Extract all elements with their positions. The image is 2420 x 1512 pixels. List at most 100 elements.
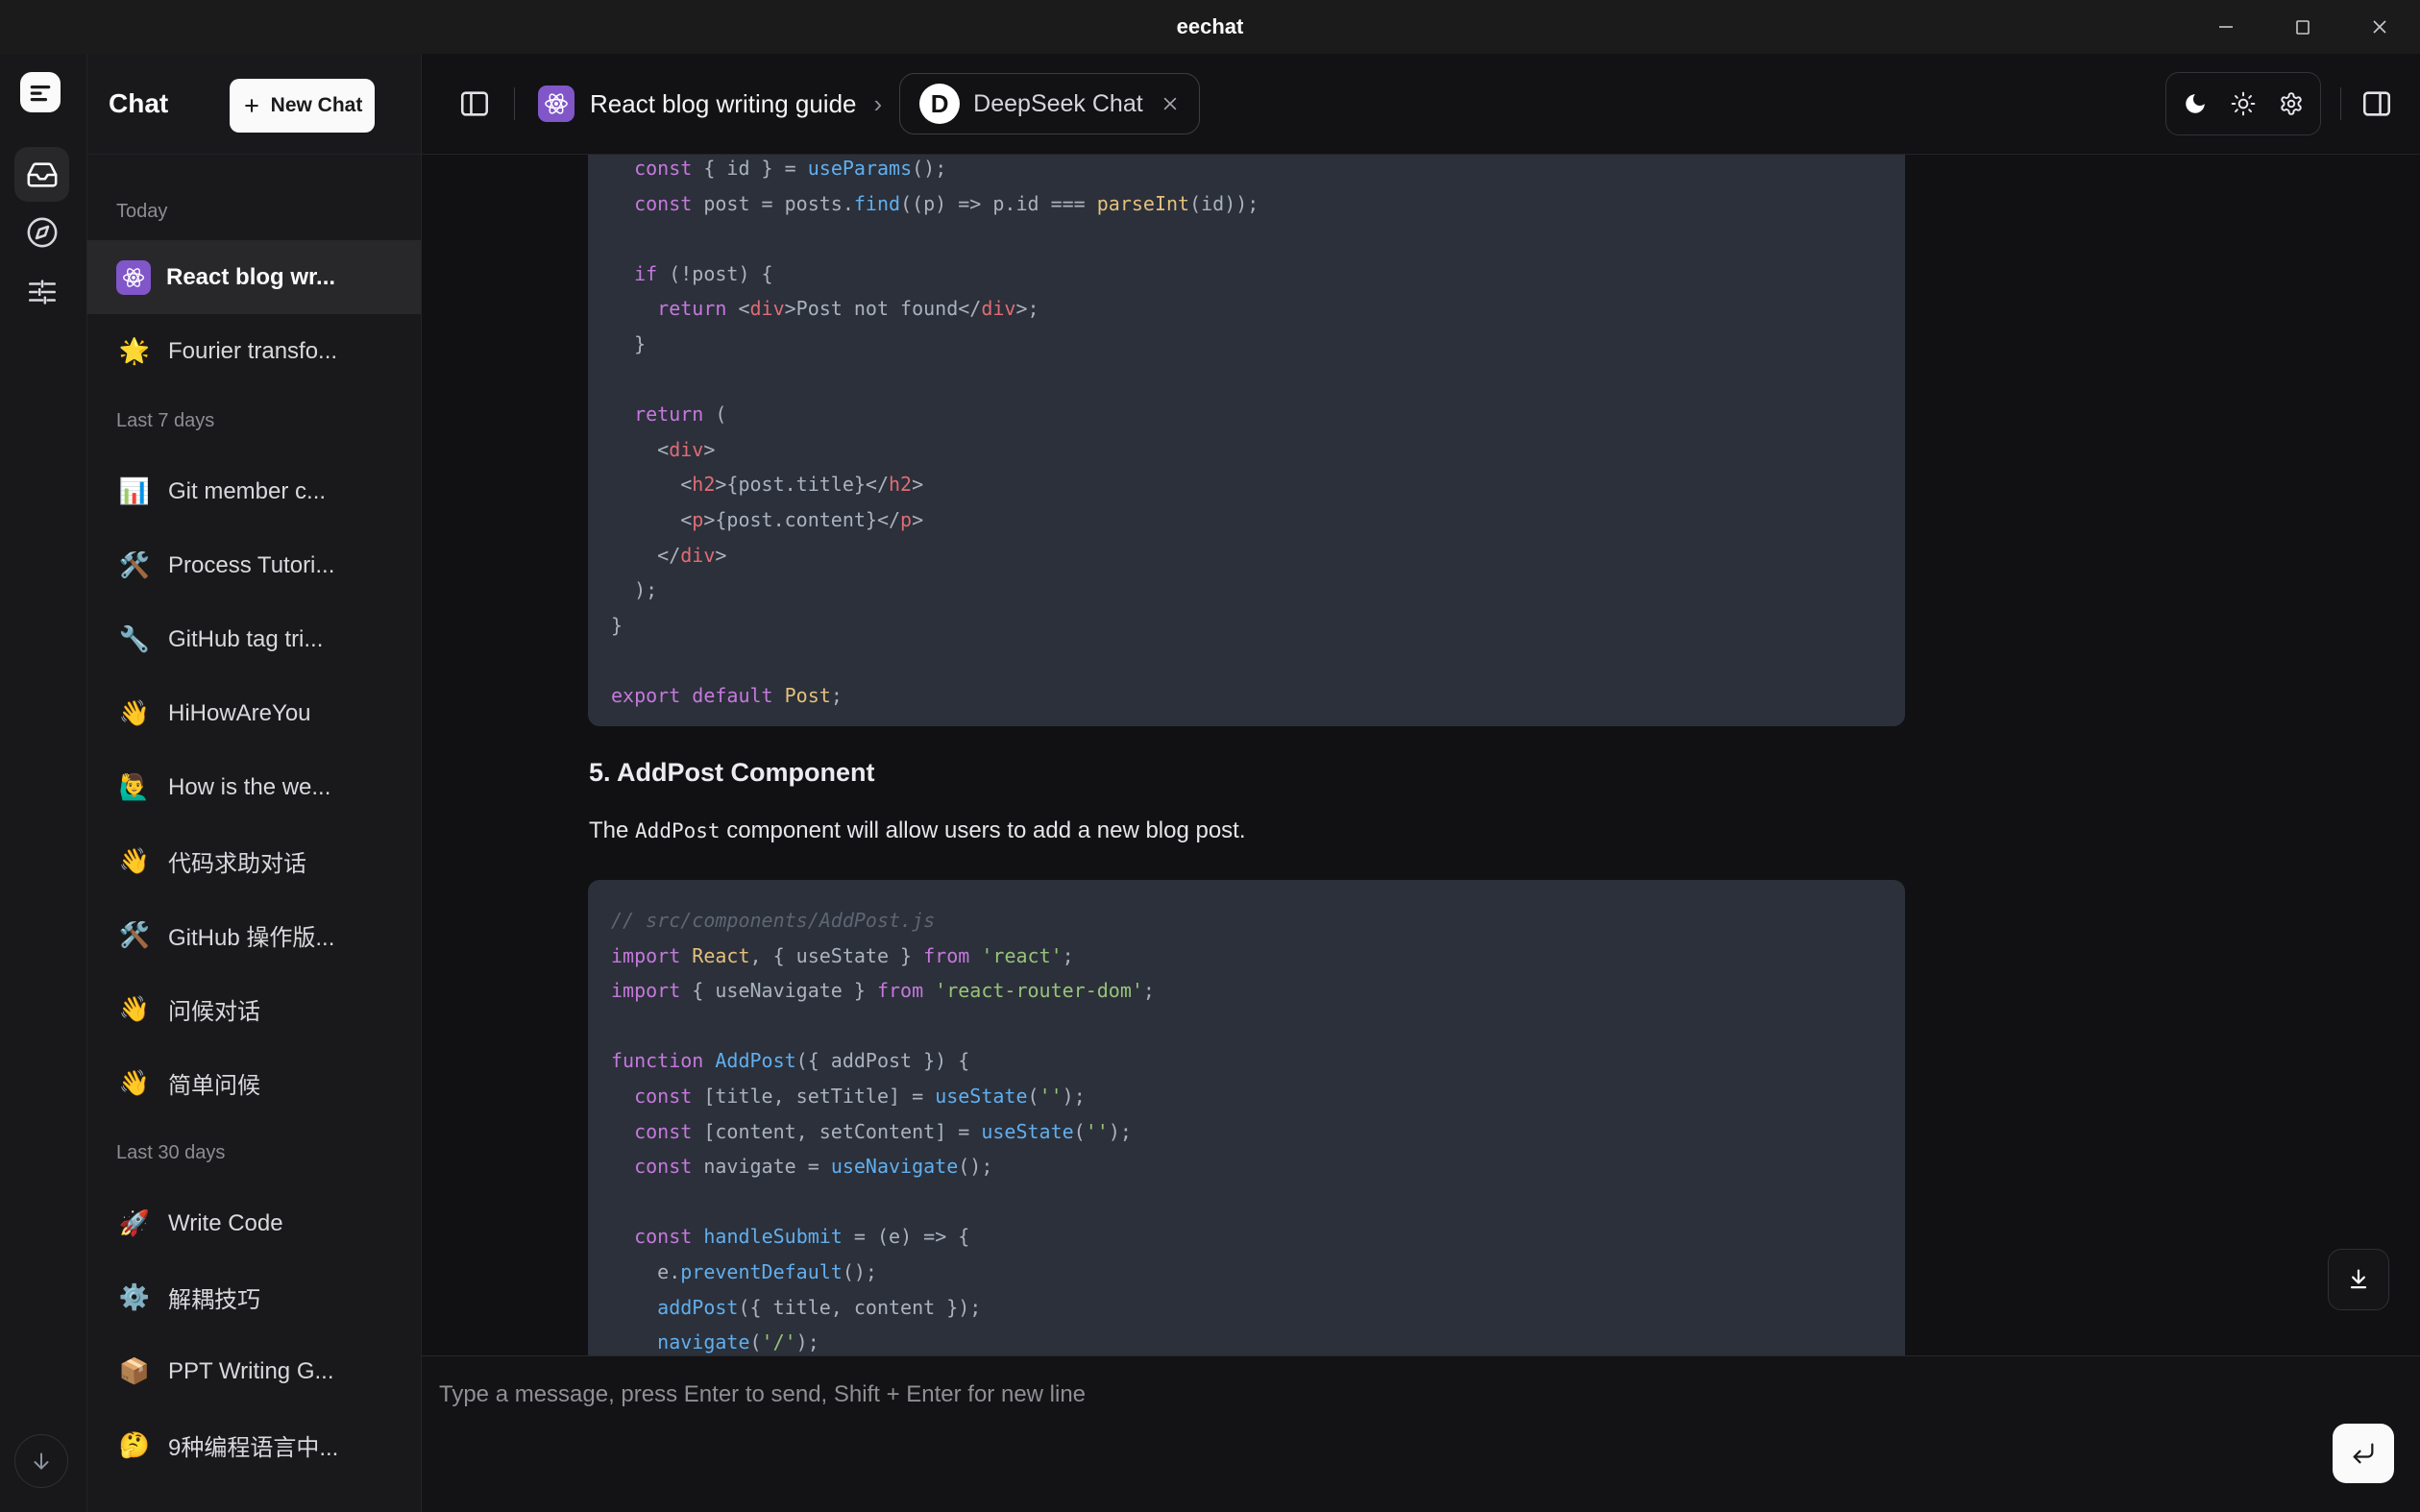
- theme-switcher: [2165, 72, 2321, 135]
- emoji-icon: 👋: [116, 698, 153, 728]
- chat-list-item[interactable]: 🛠️Process Tutori...: [87, 528, 421, 602]
- react-atom-icon: [116, 260, 151, 295]
- chat-list-item[interactable]: 🙋‍♂️ How is the we...: [87, 750, 421, 824]
- chat-list-item[interactable]: 🌟Fourier transfo...: [87, 314, 421, 388]
- chat-item-label: Write Code: [168, 1210, 283, 1237]
- sidebar: Chat New Chat Today React blog wr... 🌟Four…: [87, 54, 422, 1512]
- sidebar-header: Chat New Chat: [87, 54, 421, 155]
- code-block-post-component: const { id } = useParams(); const post =…: [588, 155, 1905, 726]
- code-line: const handleSubmit = (e) => {: [611, 1219, 1882, 1255]
- chat-item-label: How is the we...: [168, 774, 330, 801]
- code-line: export default Post;: [611, 678, 1882, 714]
- chat-list-item[interactable]: 🤔9种编程语言中...: [87, 1408, 421, 1482]
- sun-icon[interactable]: [2222, 83, 2264, 125]
- panel-right-toggle-icon[interactable]: [2360, 87, 2393, 120]
- code-line: e.preventDefault();: [611, 1255, 1882, 1290]
- code-line: const [title, setTitle] = useState('');: [611, 1079, 1882, 1114]
- code-line: const navigate = useNavigate();: [611, 1149, 1882, 1184]
- section-paragraph: The AddPost component will allow users t…: [589, 817, 1246, 844]
- header-divider: [514, 87, 515, 120]
- emoji-icon: 📊: [116, 476, 153, 506]
- code-line: const post = posts.find((p) => p.id === …: [611, 186, 1882, 222]
- chat-item-label: HiHowAreYou: [168, 700, 311, 727]
- maximize-icon[interactable]: [2288, 12, 2317, 41]
- inbox-icon[interactable]: [14, 147, 69, 202]
- header-right-divider: [2340, 87, 2341, 120]
- chat-list-item[interactable]: 🛠️ GitHub 操作版...: [87, 898, 421, 972]
- settings-sliders-icon[interactable]: [14, 264, 69, 319]
- app-logo-icon[interactable]: [20, 72, 61, 112]
- chat-history-list: Today React blog wr... 🌟Fourier transfo...…: [87, 154, 421, 1512]
- message-composer[interactable]: Type a message, press Enter to send, Shi…: [422, 1355, 2420, 1512]
- code-line: [611, 221, 1882, 256]
- emoji-icon: ⚙️: [116, 1282, 153, 1312]
- model-tab[interactable]: D DeepSeek Chat: [899, 73, 1200, 134]
- section-label: Last 30 days: [87, 1120, 421, 1186]
- code-line: // src/components/AddPost.js: [611, 903, 1882, 939]
- chat-item-label: React blog wr...: [166, 264, 335, 291]
- app-body: Chat New Chat Today React blog wr... 🌟Four…: [0, 54, 2420, 1512]
- paragraph-suffix: component will allow users to add a new …: [721, 817, 1246, 843]
- plus-icon: [242, 96, 261, 115]
- inline-code: AddPost: [635, 819, 721, 842]
- icon-rail: [0, 54, 87, 1512]
- code-line: addPost({ title, content });: [611, 1290, 1882, 1326]
- chat-item-label: GitHub 操作版...: [168, 918, 334, 952]
- new-chat-button[interactable]: New Chat: [230, 79, 375, 133]
- chat-list-item[interactable]: 🚀Write Code: [87, 1186, 421, 1260]
- titlebar: eechat: [0, 0, 2420, 54]
- code-block-addpost-component: // src/components/AddPost.jsimport React…: [588, 880, 1905, 1355]
- chat-list-item[interactable]: ⚙️ 解耦技巧: [87, 1260, 421, 1334]
- chat-item-label: 解耦技巧: [168, 1280, 260, 1314]
- section-heading: 5. AddPost Component: [589, 758, 875, 788]
- code-line: navigate('/');: [611, 1325, 1882, 1355]
- chat-list-item[interactable]: 📦PPT Writing G...: [87, 1334, 421, 1408]
- scroll-down-button[interactable]: [14, 1434, 68, 1488]
- code-line: }: [611, 608, 1882, 644]
- chat-list-item[interactable]: React blog wr...: [87, 240, 421, 314]
- send-button[interactable]: [2333, 1424, 2394, 1483]
- arrow-down-to-line-icon: [2345, 1266, 2372, 1293]
- code-line: <h2>{post.title}</h2>: [611, 467, 1882, 502]
- close-icon[interactable]: [2365, 12, 2394, 41]
- chat-list-item[interactable]: 📊 Git member c...: [87, 454, 421, 528]
- deepseek-logo: D: [919, 84, 960, 124]
- chat-message-area[interactable]: const { id } = useParams(); const post =…: [422, 155, 2420, 1355]
- compass-icon[interactable]: [14, 205, 69, 259]
- chat-item-label: 9种编程语言中...: [168, 1428, 338, 1462]
- code-line: [611, 362, 1882, 398]
- chat-list-item[interactable]: 👋问候对话: [87, 972, 421, 1046]
- gear-icon[interactable]: [2270, 83, 2312, 125]
- chat-list-item[interactable]: 👋 HiHowAreYou: [87, 676, 421, 750]
- tab-close-icon[interactable]: [1161, 94, 1180, 113]
- code-line: }: [611, 327, 1882, 362]
- code-line: [611, 1184, 1882, 1220]
- chat-list-item[interactable]: 🔧GitHub tag tri...: [87, 602, 421, 676]
- emoji-icon: 🌟: [116, 336, 153, 366]
- code-line: <p>{post.content}</p>: [611, 502, 1882, 538]
- scroll-to-bottom-button[interactable]: [2328, 1249, 2389, 1310]
- chat-item-label: PPT Writing G...: [168, 1358, 334, 1385]
- chat-item-label: 简单问候: [168, 1066, 260, 1100]
- code-line: const [content, setContent] = useState('…: [611, 1114, 1882, 1150]
- window-title: eechat: [1177, 14, 1244, 39]
- composer-placeholder: Type a message, press Enter to send, Shi…: [439, 1381, 1086, 1408]
- emoji-icon: 🙋‍♂️: [116, 772, 153, 802]
- model-tab-label: DeepSeek Chat: [973, 90, 1143, 118]
- panel-left-toggle-icon[interactable]: [458, 87, 491, 120]
- chat-item-label: Git member c...: [168, 478, 326, 505]
- main-header: React blog writing guide › D DeepSeek Ch…: [422, 54, 2420, 155]
- emoji-icon: 🛠️: [116, 920, 153, 950]
- emoji-icon: 🛠️: [116, 550, 153, 580]
- minimize-icon[interactable]: [2212, 12, 2240, 41]
- enter-return-icon: [2350, 1440, 2377, 1467]
- emoji-icon: 🔧: [116, 624, 153, 654]
- main-panel: React blog writing guide › D DeepSeek Ch…: [422, 54, 2420, 1512]
- chat-list-item[interactable]: 👋 简单问候: [87, 1046, 421, 1120]
- code-line: return <div>Post not found</div>;: [611, 291, 1882, 327]
- chat-list-item[interactable]: 👋代码求助对话: [87, 824, 421, 898]
- emoji-icon: 👋: [116, 1068, 153, 1098]
- section-label: Today: [87, 154, 421, 240]
- code-line: import React, { useState } from 'react';: [611, 939, 1882, 974]
- moon-icon[interactable]: [2174, 83, 2216, 125]
